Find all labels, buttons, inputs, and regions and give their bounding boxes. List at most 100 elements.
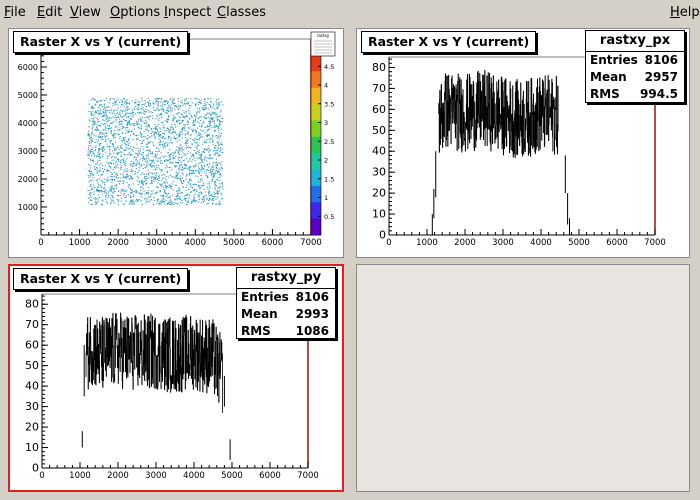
scatter-point xyxy=(202,120,204,122)
scatter-point xyxy=(141,141,143,143)
scatter-point xyxy=(189,166,191,168)
scatter-point xyxy=(157,182,159,184)
scatter-point xyxy=(93,187,96,188)
scatter-point xyxy=(90,183,92,185)
scatter-point xyxy=(131,201,133,203)
scatter-point xyxy=(151,177,153,179)
scatter-point xyxy=(219,136,221,138)
menu-help[interactable]: Help xyxy=(670,5,700,20)
scatter-point xyxy=(91,106,94,108)
scatter-point xyxy=(118,159,120,161)
scatter-point xyxy=(125,113,127,115)
scatter-point xyxy=(121,132,124,134)
scatter-point xyxy=(115,177,117,178)
scatter-point xyxy=(166,159,168,161)
scatter-point xyxy=(119,137,121,139)
scatter-point xyxy=(108,109,110,111)
scatter-point xyxy=(201,125,203,127)
scatter-point xyxy=(162,133,164,134)
scatter-point xyxy=(221,183,223,184)
scatter-point xyxy=(123,170,125,172)
scatter-point xyxy=(129,163,131,165)
scatter-point xyxy=(132,183,135,185)
scatter-point xyxy=(147,109,149,111)
pad-bottom-right[interactable] xyxy=(356,264,690,492)
palette-header: rastxy xyxy=(317,33,330,38)
scatter-point xyxy=(172,203,174,205)
scatter-point xyxy=(144,122,146,124)
scatter-point xyxy=(162,110,164,112)
scatter-point xyxy=(213,196,215,197)
scatter-point xyxy=(126,127,129,129)
scatter-point xyxy=(220,175,222,177)
scatter-point xyxy=(152,142,154,144)
scatter-point xyxy=(168,136,170,138)
pad-bottom-left[interactable]: 0 1000 2000 3000 4000 5000 6000 7000 0 10 20 30 40 50… xyxy=(8,264,344,492)
scatter-point xyxy=(199,178,201,180)
scatter-point xyxy=(191,144,193,146)
pad-top-right[interactable]: 0 1000 2000 3000 4000 5000 6000 7000 0 10 20 30 40 50… xyxy=(356,28,690,258)
scatter-point xyxy=(211,169,213,171)
scatter-point xyxy=(217,98,219,100)
x-tick-label: 0 xyxy=(386,238,391,248)
scatter-point xyxy=(127,141,129,143)
scatter-point xyxy=(129,154,132,155)
scatter-point xyxy=(116,164,119,166)
scatter-point xyxy=(209,101,212,103)
scatter-point xyxy=(106,121,108,123)
scatter-point xyxy=(179,154,181,156)
scatter-point xyxy=(175,113,178,115)
scatter-point xyxy=(113,147,115,149)
scatter-point xyxy=(158,132,160,134)
scatter-point xyxy=(134,200,136,202)
scatter-point xyxy=(202,136,204,138)
scatter-point xyxy=(198,99,200,100)
scatter-point xyxy=(169,129,172,131)
scatter-point xyxy=(204,126,206,128)
menu-options[interactable]: Options xyxy=(110,5,160,20)
scatter-point xyxy=(121,140,123,142)
scatter-point xyxy=(178,112,180,114)
menu-view[interactable]: View xyxy=(70,5,101,20)
menu-classes[interactable]: Classes xyxy=(217,5,266,20)
scatter-point xyxy=(179,177,181,179)
scatter-point xyxy=(96,156,98,158)
scatter-point xyxy=(183,116,185,118)
scatter-point xyxy=(198,198,200,200)
scatter-point xyxy=(198,122,200,124)
scatter-point xyxy=(207,188,209,190)
scatter-point xyxy=(89,194,91,196)
scatter-point xyxy=(128,129,130,131)
scatter-point xyxy=(115,100,117,102)
scatter-point xyxy=(184,143,186,145)
scatter-point xyxy=(125,137,127,139)
scatter-point xyxy=(148,159,150,161)
scatter-point xyxy=(213,166,215,168)
scatter-point xyxy=(90,192,92,193)
scatter-point xyxy=(174,109,176,111)
scatter-point xyxy=(112,136,114,138)
scatter-point xyxy=(210,175,212,177)
scatter-point xyxy=(109,179,111,181)
scatter-point xyxy=(179,148,181,150)
scatter-point xyxy=(203,189,205,191)
scatter-point xyxy=(154,136,156,138)
scatter-point xyxy=(108,119,110,121)
scatter-point xyxy=(111,113,113,115)
scatter-point xyxy=(123,110,125,112)
menu-edit[interactable]: Edit xyxy=(37,5,62,20)
menu-inspect[interactable]: Inspect xyxy=(164,5,211,20)
scatter-point xyxy=(112,145,114,147)
rms-label: RMS xyxy=(241,324,271,338)
scatter-point xyxy=(88,155,90,157)
pad-top-left[interactable]: 0 1000 2000 3000 4000 5000 6000 7000 1000 2000 300… xyxy=(8,28,344,258)
scatter-point xyxy=(96,125,98,127)
scatter-point xyxy=(139,153,141,155)
scatter-point xyxy=(198,132,200,134)
scatter-point xyxy=(205,191,207,193)
scatter-point xyxy=(170,185,173,187)
scatter-point xyxy=(165,155,167,157)
menu-file[interactable]: File xyxy=(4,5,26,20)
scatter-point xyxy=(178,116,180,118)
scatter-point xyxy=(105,112,107,114)
